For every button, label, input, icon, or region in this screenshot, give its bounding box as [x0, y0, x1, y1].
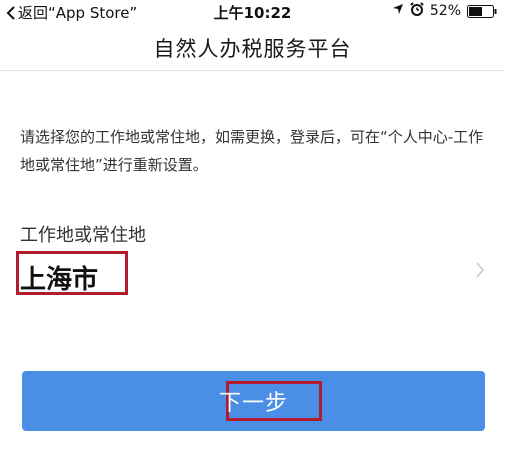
location-arrow-icon [392, 3, 404, 19]
main-content: 请选择您的工作地或常住地，如需更换，登录后，可在“个人中心-工作地或常住地”进行… [0, 71, 505, 464]
status-bar: 返回“App Store” 上午10:22 52% [0, 0, 505, 24]
page-title: 自然人办税服务平台 [153, 37, 352, 61]
chevron-right-icon [475, 261, 485, 279]
alarm-icon [410, 2, 424, 20]
location-selector-row[interactable]: 上海市 [0, 247, 505, 303]
section-label: 工作地或常住地 [20, 225, 146, 246]
next-step-button[interactable]: 下一步 [22, 371, 485, 431]
status-right: 52% [392, 2, 497, 20]
battery-percent: 52% [429, 3, 461, 19]
screen: 返回“App Store” 上午10:22 52% 自然人办税服务平台 请选择您… [0, 0, 505, 464]
nav-bar: 自然人办税服务平台 [0, 24, 505, 71]
intro-text: 请选择您的工作地或常住地，如需更换，登录后，可在“个人中心-工作地或常住地”进行… [20, 128, 484, 174]
battery-icon [467, 4, 497, 18]
location-value: 上海市 [20, 265, 99, 295]
next-step-label: 下一步 [218, 390, 288, 415]
